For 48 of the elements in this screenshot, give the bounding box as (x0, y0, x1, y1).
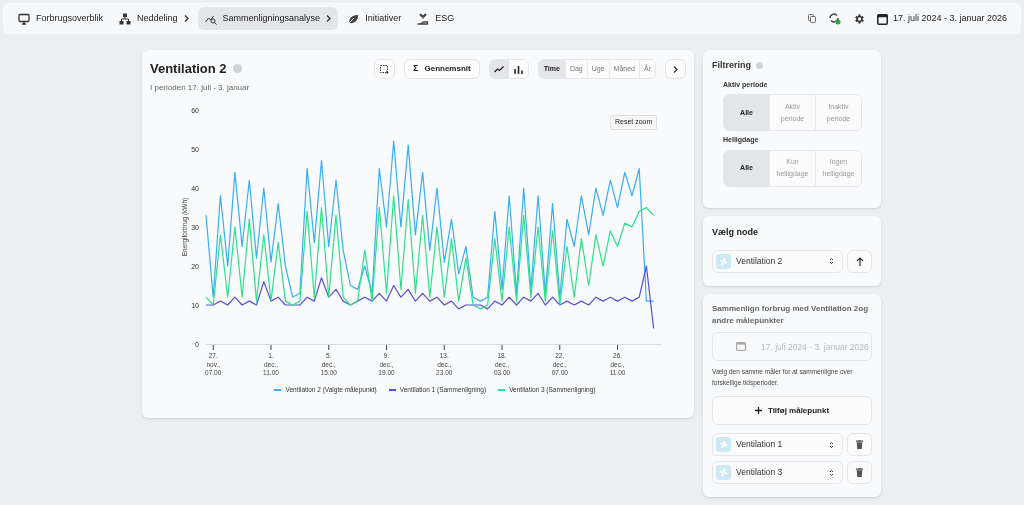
delete-button[interactable] (847, 433, 872, 456)
date-range-field[interactable]: 17. juli 2024 - 3. januar 2026 (712, 332, 872, 361)
zoom-select-button[interactable] (374, 59, 396, 79)
node-title: Vælg node (712, 226, 759, 239)
line-chart-icon (494, 65, 505, 73)
fan-icon (716, 437, 731, 452)
next-button[interactable] (665, 59, 686, 79)
sort-caret-icon (829, 440, 835, 449)
monitor-icon (18, 12, 30, 25)
info-icon (756, 62, 763, 70)
nav-tab[interactable]: Forbrugsoverblik (11, 7, 111, 30)
chart-subtitle: I perioden 17. juli - 3. januar (150, 81, 250, 94)
nav-tab[interactable]: Neddeling (112, 7, 196, 30)
add-meter-button[interactable]: Tilføj målepunkt (712, 396, 872, 425)
leaf-icon (347, 12, 360, 25)
trash-icon (856, 468, 864, 477)
meter-select[interactable]: Ventilation 3 (712, 461, 844, 484)
filter-title: Filtrering (712, 59, 751, 72)
up-button[interactable] (847, 249, 872, 273)
nav-tab[interactable]: Initiativer (340, 7, 409, 30)
plus-icon (754, 407, 762, 414)
chevron-right-icon (673, 65, 678, 73)
bar-chart-icon (513, 64, 523, 74)
nav-tab[interactable]: ESG (410, 7, 462, 30)
meter-select[interactable]: Ventilation 2 (712, 249, 844, 273)
sort-caret-icon (829, 257, 835, 265)
copy-icon[interactable] (807, 14, 816, 23)
average-button[interactable]: Σ Gennemsnit (404, 59, 480, 79)
arrow-up-icon (855, 256, 864, 266)
meter-select[interactable]: Ventilation 1 (712, 433, 844, 456)
sigma-icon: Σ (413, 62, 419, 76)
compare-description: Sammenlign forbrug med Ventilation 2og andre målepunkter (712, 303, 869, 327)
calendar-icon (736, 341, 746, 351)
sort-caret-icon (829, 468, 835, 477)
selection-icon (380, 64, 390, 74)
date-range[interactable]: 17. juli 2024 - 3. januar 2026 (892, 11, 1007, 26)
trash-icon (856, 440, 864, 449)
fan-icon (716, 253, 731, 269)
hierarchy-icon (119, 12, 132, 25)
delete-button[interactable] (847, 461, 872, 484)
settings-icon[interactable] (852, 12, 865, 25)
calendar-icon[interactable] (876, 12, 888, 25)
nav-tab[interactable]: Sammenligningsanalyse (197, 7, 339, 30)
fan-icon (716, 465, 731, 480)
chart-title: Ventilation 2 (150, 60, 227, 78)
line-chart-button[interactable] (489, 60, 509, 78)
sync-status-icon[interactable] (827, 12, 841, 25)
info-icon (232, 64, 242, 74)
